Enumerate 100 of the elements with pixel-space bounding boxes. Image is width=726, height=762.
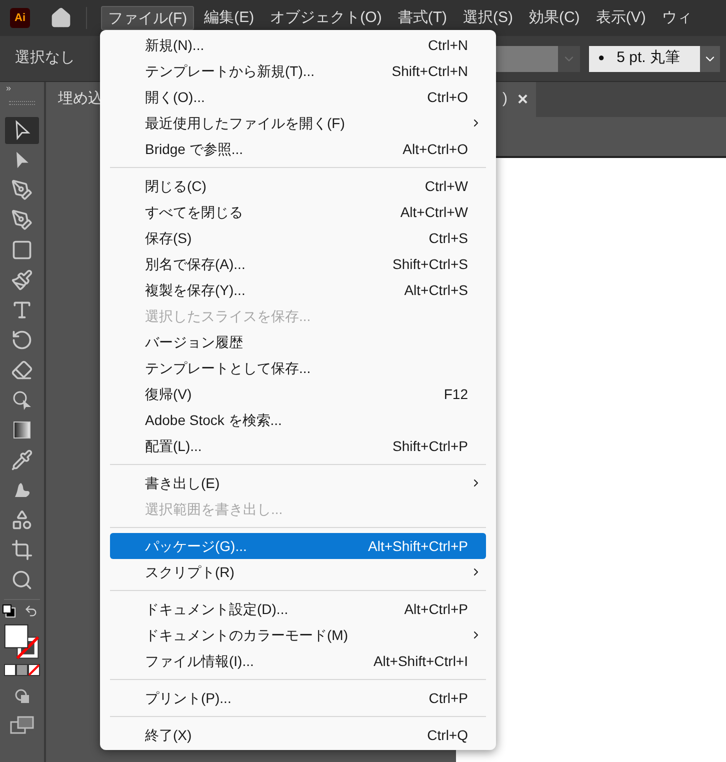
menu-item[interactable]: テンプレートから新規(T)... Shift+Ctrl+N (110, 58, 486, 84)
panel-expand-icon[interactable]: » (6, 83, 12, 93)
eyedropper-icon (11, 449, 33, 471)
color-mode-icon[interactable] (4, 664, 40, 676)
rectangle-icon (11, 239, 33, 261)
menu-item-label: 復帰(V) (145, 384, 192, 404)
menu-item[interactable]: ファイル情報(I)... Alt+Shift+Ctrl+I (110, 648, 486, 674)
menu-item-label: 新規(N)... (145, 36, 204, 55)
shortcut-text: Alt+Ctrl+W (400, 202, 468, 222)
selection-status: 選択なし (15, 48, 75, 68)
menu-item-label: ファイル情報(I)... (145, 652, 254, 671)
menu-item-label: 閉じる(C) (145, 176, 206, 196)
shortcut-text: Alt+Ctrl+O (402, 140, 468, 158)
menu-item[interactable]: ドキュメントのカラーモード(M) (110, 622, 486, 648)
menu-item-label: 最近使用したファイルを開く(F) (145, 114, 345, 133)
menu-item[interactable]: プリント(P)... Ctrl+P (110, 685, 486, 711)
menu-item-label: 選択したスライスを保存... (145, 306, 311, 326)
menu-item-label: Bridge で参照... (145, 140, 244, 159)
menu-item[interactable]: 配置(L)... Shift+Ctrl+P (110, 433, 486, 459)
dropdown-toggle[interactable] (558, 46, 580, 72)
eraser-icon (11, 359, 33, 381)
brush-bullet: ● (598, 51, 605, 66)
shortcut-text: Shift+Ctrl+P (392, 436, 468, 456)
menu-item-label: バージョン履歴 (145, 332, 243, 352)
menu-bar-item[interactable]: 効果(C) (522, 6, 586, 30)
brush-dropdown-toggle[interactable] (700, 46, 720, 72)
menu-bar-item[interactable]: オブジェクト(O) (264, 6, 388, 30)
menu-item[interactable]: バージョン履歴 (110, 329, 486, 355)
menu-bar-item[interactable]: 書式(T) (392, 6, 453, 30)
shortcut-text: Ctrl+S (428, 228, 468, 248)
draw-mode-icon[interactable] (14, 688, 30, 704)
rotate-icon (11, 329, 33, 351)
menu-item[interactable]: 最近使用したファイルを開く(F) (110, 110, 486, 136)
close-icon[interactable]: × (517, 86, 528, 113)
menu-item[interactable]: Adobe Stock を検索... (110, 407, 486, 433)
shortcut-text: Alt+Shift+Ctrl+I (373, 652, 468, 670)
menu-item-label: 開く(O)... (145, 88, 205, 107)
menu-bar-item[interactable]: ウィ (656, 6, 698, 30)
menu-item-label: プリント(P)... (145, 688, 232, 708)
menu-item-label: ドキュメントのカラーモード(M) (145, 626, 348, 645)
menu-item-label: テンプレートから新規(T)... (145, 62, 315, 81)
shortcut-text: Shift+Ctrl+N (392, 62, 468, 80)
shape-builder-icon (11, 389, 33, 411)
screen-mode-icon[interactable] (10, 716, 34, 734)
app-logo[interactable]: Ai (10, 8, 30, 28)
shortcut-text: F12 (444, 384, 468, 404)
menu-item-label: 選択範囲を書き出し... (145, 500, 283, 518)
menu-item[interactable]: 別名で保存(A)... Shift+Ctrl+S (110, 251, 486, 277)
menu-item-label: 終了(X) (145, 726, 192, 745)
type-icon (11, 299, 33, 321)
menu-item-label: Adobe Stock を検索... (145, 410, 282, 430)
paintbrush-icon (11, 269, 33, 291)
menu-item-label: テンプレートとして保存... (145, 358, 311, 378)
menu-item-label: スクリプト(R) (145, 562, 234, 582)
shortcut-text: Ctrl+W (424, 176, 468, 196)
tool-button[interactable] (5, 116, 39, 144)
shortcut-text: Ctrl+Q (427, 726, 468, 745)
curvature-pen-icon (11, 209, 33, 231)
menu-item-label: 配置(L)... (145, 436, 202, 456)
menu-item[interactable]: 保存(S) Ctrl+S (110, 225, 486, 251)
menu-bar-item[interactable]: 編集(E) (198, 6, 260, 30)
menu-item[interactable]: スクリプト(R) (110, 559, 486, 585)
default-colors-icon[interactable] (2, 604, 16, 618)
menu-item-label: パッケージ(G)... (145, 536, 247, 556)
menu-item[interactable]: 複製を保存(Y)... Alt+Ctrl+S (110, 277, 486, 303)
menu-item[interactable]: 新規(N)... Ctrl+N (110, 32, 486, 58)
menu-item[interactable]: 閉じる(C) Ctrl+W (110, 173, 486, 199)
menu-item-label: すべてを閉じる (145, 202, 243, 222)
menu-item[interactable]: 終了(X) Ctrl+Q (110, 722, 486, 748)
menu-item[interactable]: ドキュメント設定(D)... Alt+Ctrl+P (110, 596, 486, 622)
menu-bar-item[interactable]: ファイル(F) (101, 6, 194, 30)
menu-item-label: 書き出し(E) (145, 474, 220, 493)
swap-colors-icon[interactable] (24, 604, 38, 618)
shortcut-text: Alt+Ctrl+S (404, 280, 468, 300)
pen-icon (11, 179, 33, 201)
tab-title-end: ) (502, 89, 508, 110)
menu-bar-item[interactable]: 選択(S) (456, 6, 519, 30)
menu-item-label: ドキュメント設定(D)... (145, 600, 288, 619)
gradient-icon (11, 419, 33, 441)
shortcut-text: Ctrl+O (427, 88, 468, 106)
menu-item-label: 保存(S) (145, 228, 192, 248)
menu-item[interactable]: 開く(O)... Ctrl+O (110, 84, 486, 110)
fill-stroke-swatches[interactable] (3, 622, 41, 662)
menu-item-label: 複製を保存(Y)... (145, 280, 246, 300)
shortcut-text: Ctrl+P (428, 688, 468, 708)
menu-bar-item[interactable]: 表示(V) (590, 6, 652, 30)
home-icon[interactable] (50, 7, 72, 29)
menu-item[interactable]: テンプレートとして保存... (110, 355, 486, 381)
shortcut-text: Shift+Ctrl+S (392, 254, 468, 274)
artboard-icon (11, 539, 33, 561)
panel-grip[interactable] (9, 101, 35, 105)
menu-item[interactable]: すべてを閉じる Alt+Ctrl+W (110, 199, 486, 225)
brush-field[interactable]: ● 5 pt. 丸筆 (589, 46, 700, 72)
menu-item[interactable]: Bridge で参照... Alt+Ctrl+O (110, 136, 486, 162)
shortcut-text: Alt+Ctrl+P (404, 600, 468, 618)
menu-item[interactable]: 書き出し(E) (110, 470, 486, 496)
menu-item[interactable]: 復帰(V) F12 (110, 381, 486, 407)
menu-item-label: 別名で保存(A)... (145, 254, 246, 274)
menu-item[interactable]: パッケージ(G)... Alt+Shift+Ctrl+P (110, 533, 486, 559)
shapes-icon (11, 509, 33, 531)
